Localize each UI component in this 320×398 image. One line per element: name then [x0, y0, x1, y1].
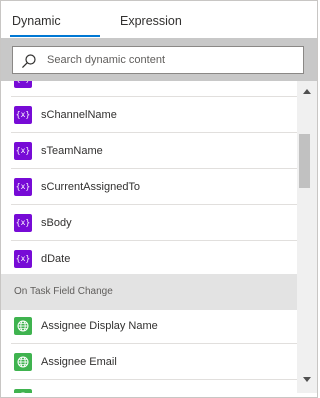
item-label: sCurrentAssignedTo — [41, 181, 141, 193]
list-item-schannelname[interactable]: {x} sChannelName — [1, 97, 297, 133]
list-item-partial[interactable]: {x} — [1, 81, 297, 97]
search-input[interactable] — [47, 51, 297, 69]
dynamic-content-panel: Dynamic content Expression {x} {x} sChan… — [0, 0, 318, 398]
variable-icon: {x} — [14, 142, 32, 160]
scroll-down-arrow-icon[interactable] — [303, 377, 311, 382]
tab-dynamic-content[interactable]: Dynamic content — [12, 1, 100, 68]
item-label: dDate — [41, 253, 71, 265]
list-item-scurrentassignedto[interactable]: {x} sCurrentAssignedTo — [1, 169, 297, 205]
list-item-partial[interactable] — [1, 380, 297, 393]
list-item-assignee-email[interactable]: Assignee Email — [1, 344, 297, 380]
scroll-up-arrow-icon[interactable] — [303, 89, 311, 94]
section-header-label: On Task Field Change — [14, 286, 113, 297]
list-item-sbody[interactable]: {x} sBody — [1, 205, 297, 241]
tab-bar: Dynamic content Expression — [1, 1, 317, 68]
item-label: sBody — [41, 217, 72, 229]
search-icon — [22, 54, 36, 68]
search-box[interactable] — [12, 46, 304, 74]
list-item-assignee-display-name[interactable]: Assignee Display Name — [1, 308, 297, 344]
variable-icon: {x} — [14, 81, 32, 88]
globe-icon — [14, 389, 32, 393]
tab-expression[interactable]: Expression — [120, 1, 182, 38]
scrollbar-thumb[interactable] — [299, 134, 310, 188]
variable-icon: {x} — [14, 178, 32, 196]
search-area — [1, 38, 317, 81]
item-label: sTeamName — [41, 145, 103, 157]
variable-icon: {x} — [14, 214, 32, 232]
list-item-steamname[interactable]: {x} sTeamName — [1, 133, 297, 169]
item-label: Assignee Display Name — [41, 320, 158, 332]
list-item-ddate[interactable]: {x} dDate — [1, 241, 297, 277]
item-label: sChannelName — [41, 109, 117, 121]
globe-icon — [14, 353, 32, 371]
vertical-scrollbar[interactable] — [297, 81, 317, 393]
section-header: On Task Field Change — [1, 274, 297, 310]
dynamic-content-list: {x} {x} sChannelName {x} sTeamName {x} s… — [1, 81, 297, 393]
globe-icon — [14, 317, 32, 335]
active-tab-indicator — [10, 35, 100, 37]
item-label: Assignee Email — [41, 356, 117, 368]
variable-icon: {x} — [14, 250, 32, 268]
variable-icon: {x} — [14, 106, 32, 124]
